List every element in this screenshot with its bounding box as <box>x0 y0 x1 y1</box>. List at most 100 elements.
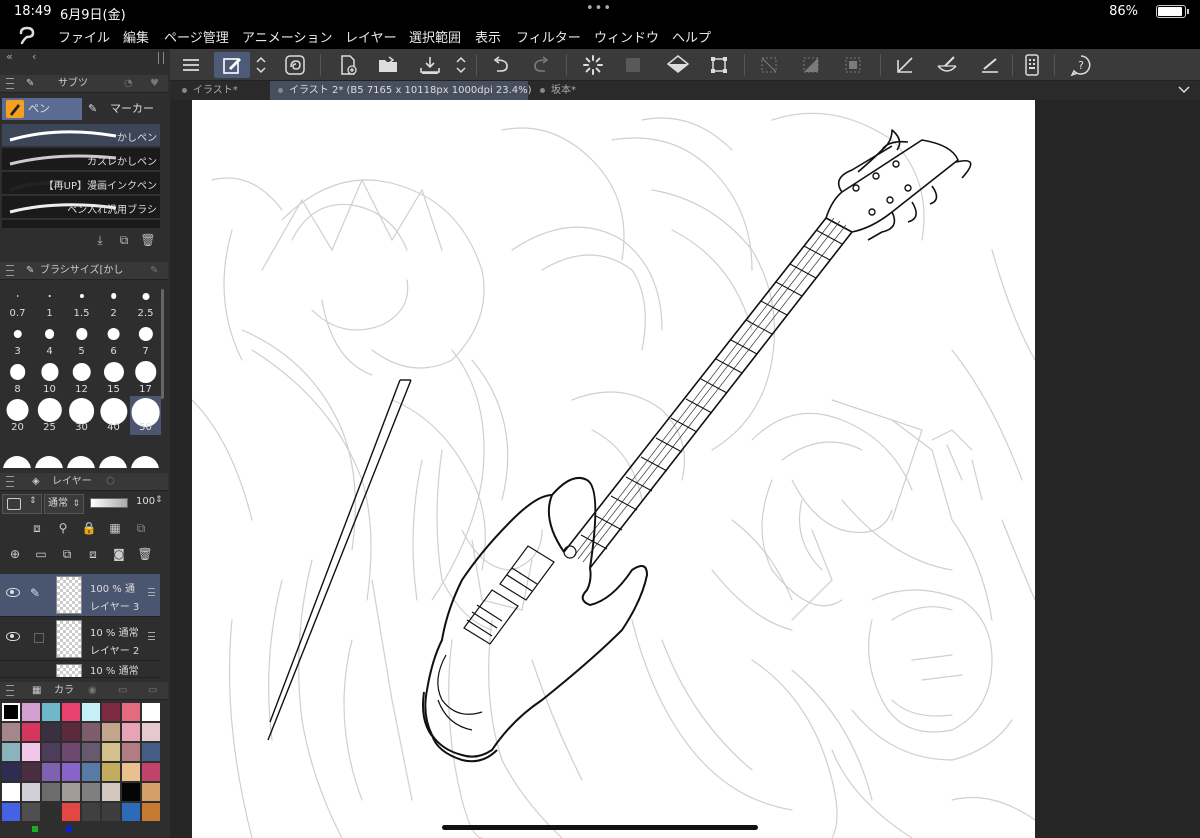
brush-size-1[interactable]: 1 <box>34 282 65 321</box>
visibility-eye-icon[interactable] <box>6 632 20 641</box>
expand-selection-icon[interactable] <box>840 52 866 78</box>
save-icon[interactable] <box>416 52 444 78</box>
color-swatch[interactable] <box>122 763 140 781</box>
invert-selection-icon[interactable] <box>798 52 824 78</box>
brush-size-50[interactable]: 50 <box>130 396 161 435</box>
color-swatch[interactable] <box>142 723 160 741</box>
loading-spinner-icon[interactable] <box>580 52 606 78</box>
color-swatch[interactable] <box>62 803 80 821</box>
color-swatch[interactable] <box>62 723 80 741</box>
import-brush-icon[interactable]: ⤓ <box>88 233 112 251</box>
color-swatch[interactable] <box>122 743 140 761</box>
brush-size-12[interactable]: 12 <box>66 358 97 397</box>
color-swatch[interactable] <box>62 703 80 721</box>
layer-mask-icon[interactable]: ◙ <box>106 547 132 565</box>
color-swatch[interactable] <box>62 743 80 761</box>
cloud-sync-icon[interactable] <box>280 52 310 78</box>
brush-size-25[interactable]: 25 <box>34 396 65 435</box>
new-folder-icon[interactable]: ▭ <box>28 547 54 565</box>
brush-kashi-pen[interactable]: かしペン <box>2 124 160 147</box>
color-swatch[interactable] <box>2 803 20 821</box>
clip-icon[interactable]: ⧈ <box>24 521 50 539</box>
color-swatch[interactable] <box>2 783 20 801</box>
brush-size-15[interactable]: 15 <box>98 358 129 397</box>
open-folder-icon[interactable] <box>374 52 402 78</box>
menu-help[interactable]: ヘルプ <box>672 27 711 46</box>
brush-size-2[interactable]: 2 <box>98 282 129 321</box>
brush-size-5[interactable]: 5 <box>66 320 97 359</box>
brush-size-4[interactable]: 4 <box>34 320 65 359</box>
stabilizer-icon[interactable] <box>934 52 960 78</box>
color-swatch[interactable] <box>42 803 60 821</box>
color-swatch[interactable] <box>22 743 40 761</box>
new-raster-layer-icon[interactable]: ⊕ <box>2 547 28 565</box>
tab-pen-icon[interactable]: ✎ <box>148 263 160 279</box>
color-swatch[interactable] <box>2 763 20 781</box>
color-swatch[interactable] <box>82 723 100 741</box>
brush-size-1_5[interactable]: 1.5 <box>66 282 97 321</box>
brush-size-scrollbar[interactable] <box>161 289 164 399</box>
color-swatch[interactable] <box>102 743 120 761</box>
color-swatch[interactable] <box>102 703 120 721</box>
clear-selection-icon[interactable] <box>756 52 782 78</box>
hamburger-menu-icon[interactable] <box>178 52 204 78</box>
brush-size-2_5[interactable]: 2.5 <box>130 282 161 321</box>
multitask-dots-icon[interactable]: ••• <box>586 1 612 16</box>
fill-bucket-icon[interactable] <box>664 52 692 78</box>
blend-mode-select[interactable]: 通常 ⇕ <box>44 494 84 514</box>
copy-layer-icon[interactable]: ⧉ <box>54 547 80 565</box>
tab-list-chevron-icon[interactable] <box>1178 84 1190 94</box>
brush-general-ink[interactable]: ペン入れ汎用ブラシ <box>2 196 160 219</box>
collapse-double-chevron-icon[interactable]: « <box>6 50 13 63</box>
lock-transparency-icon[interactable]: ▦ <box>102 521 128 539</box>
brush-manga-ink[interactable]: 【再UP】漫画インクペン <box>2 172 160 195</box>
tab-navigator-icon[interactable]: ⬡ <box>104 474 117 490</box>
color-swatch[interactable] <box>142 803 160 821</box>
brush-size-3[interactable]: 3 <box>2 320 33 359</box>
color-swatch[interactable] <box>122 703 140 721</box>
menu-filter[interactable]: フィルター <box>516 27 581 46</box>
color-swatch[interactable] <box>42 703 60 721</box>
crop-selection-icon[interactable] <box>706 52 732 78</box>
color-history-icon[interactable]: ▭ <box>116 683 129 699</box>
smartphone-sync-icon[interactable] <box>1020 52 1044 78</box>
menu-window[interactable]: ウィンドウ <box>594 27 659 46</box>
color-slider-icon[interactable]: ▭ <box>146 683 159 699</box>
help-icon[interactable]: ? <box>1068 52 1094 78</box>
undo-icon[interactable] <box>488 52 514 78</box>
color-swatch[interactable] <box>42 723 60 741</box>
color-swatch[interactable] <box>102 763 120 781</box>
edit-mode-icon[interactable] <box>214 52 250 78</box>
brush-size-40[interactable]: 40 <box>98 396 129 435</box>
color-swatch[interactable] <box>142 703 160 721</box>
transform-dim-icon[interactable] <box>620 52 646 78</box>
collapse-chevron-icon[interactable]: ‹ <box>32 50 36 63</box>
panel-grip-icon[interactable] <box>6 265 14 276</box>
color-swatch[interactable] <box>82 803 100 821</box>
menu-file[interactable]: ファイル <box>58 27 110 46</box>
brush-size-0_7[interactable]: 0.7 <box>2 282 33 321</box>
panel-grip-icon[interactable] <box>6 476 14 487</box>
layer-menu-icon[interactable] <box>148 632 155 640</box>
tab-brush-size[interactable]: ブラシサイズ[かし <box>38 263 125 279</box>
color-swatch[interactable] <box>22 803 40 821</box>
color-swatch[interactable] <box>82 743 100 761</box>
menu-animation[interactable]: アニメーション <box>242 27 332 46</box>
layer-color-icon[interactable]: ⧉ <box>128 521 154 539</box>
straight-line-icon[interactable] <box>976 52 1002 78</box>
app-logo-icon[interactable] <box>16 25 40 45</box>
layer-row-3[interactable]: ✎ 100 % 通 レイヤー 3 <box>0 574 160 617</box>
duplicate-brush-icon[interactable]: ⧉ <box>112 233 136 251</box>
home-indicator[interactable] <box>442 825 758 830</box>
tab-illust-2[interactable]: イラスト 2* (B5 7165 x 10118px 1000dpi 23.4%… <box>270 81 532 100</box>
layer-menu-icon[interactable] <box>148 588 155 596</box>
brush-size-10[interactable]: 10 <box>34 358 65 397</box>
color-swatch[interactable] <box>122 723 140 741</box>
brush-size-20[interactable]: 20 <box>2 396 33 435</box>
opacity-stepper-icon[interactable]: ⇕ <box>155 495 163 505</box>
menu-edit[interactable]: 編集 <box>123 27 149 46</box>
tab-illust-1[interactable]: イラスト* <box>174 81 268 100</box>
main-color-indicator[interactable] <box>32 826 38 832</box>
layer-mask-select[interactable]: ⇕ <box>2 494 42 514</box>
subtool-marker[interactable]: ✎ マーカー <box>84 98 160 120</box>
